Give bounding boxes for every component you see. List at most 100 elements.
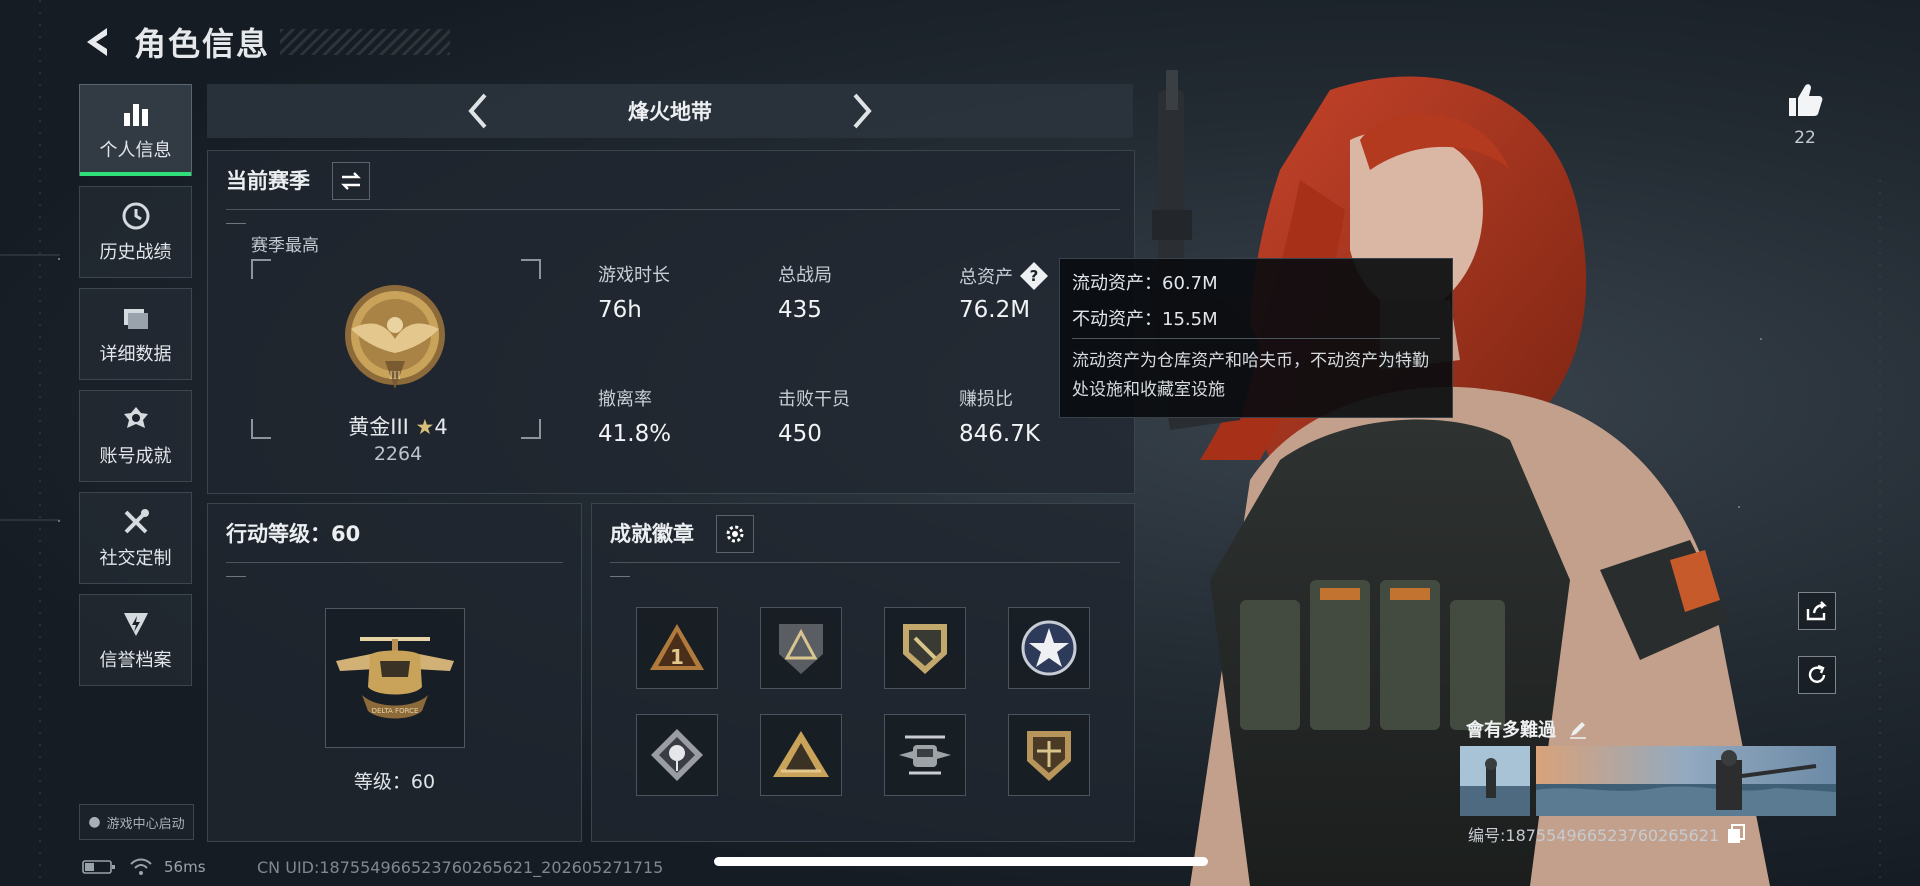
player-id-text: 编号:1875549665237602656​21 (1468, 826, 1720, 845)
season-title: 当前赛季 (226, 169, 310, 193)
question-help-icon[interactable]: ? (1019, 261, 1049, 291)
copy-icon[interactable] (1727, 824, 1746, 844)
mode-prev-button[interactable] (458, 86, 498, 136)
stat-operators-defeated: 击败干员 450 (778, 385, 850, 447)
stat-label: 击败干员 (778, 389, 850, 410)
svg-text:DELTA FORCE: DELTA FORCE (372, 707, 419, 715)
current-season-panel: 当前赛季 赛季最高 III 黄金III ★4 2264 游戏时长 76h 总战局… (207, 150, 1135, 494)
mode-title: 烽火地带 (628, 100, 712, 124)
tools-icon (119, 506, 153, 538)
stat-value: 435 (778, 297, 822, 323)
badge-shield-arrow-icon[interactable] (884, 607, 966, 689)
title-decoration (280, 29, 451, 55)
thumbs-up-icon[interactable] (1785, 80, 1825, 120)
wifi-icon (130, 858, 152, 875)
divider-accent (610, 576, 630, 577)
share-button[interactable] (1798, 592, 1836, 630)
edit-pencil-icon[interactable] (1568, 719, 1588, 739)
ping-value: 56ms (164, 858, 206, 876)
level-text: 等级：60 (353, 771, 436, 793)
sidebar: 个人信息 历史战绩 详细数据 账号成就 社交定制 信誉档案 (79, 84, 192, 696)
sidebar-item-history[interactable]: 历史战绩 (79, 186, 192, 278)
rank-name: 黄金III ★4 (208, 411, 588, 441)
sidebar-item-label: 个人信息 (99, 140, 172, 161)
tooltip-description: 流动资产为仓库资产和哈夫币，不动资产为特勤处设施和收藏室设施 (1072, 351, 1429, 400)
battery-icon (82, 860, 115, 874)
badge-triangle-1-icon[interactable]: 1 (636, 607, 718, 689)
tooltip-fixed-assets: 不动资产：15.5M (1072, 309, 1218, 330)
game-center-launch-tag: ● 游戏中心启动 (79, 804, 194, 840)
divider (226, 562, 563, 563)
badges-settings-button[interactable] (716, 515, 754, 553)
badge-pyramid-icon[interactable] (760, 714, 842, 796)
player-name-text: 會有多難過 (1466, 720, 1556, 741)
stat-value: 41.8% (598, 421, 672, 447)
level-title: 行动等级：60 (226, 522, 361, 546)
sidebar-item-label: 社交定制 (99, 548, 172, 569)
page-title: 角色信息 (134, 25, 271, 63)
stat-label: 赚损比 (959, 389, 1013, 410)
player-name: 會有多難過 (1466, 716, 1588, 742)
badge-shield-wings-icon[interactable] (1008, 714, 1090, 796)
shield-bolt-icon (119, 608, 153, 640)
stat-profit-loss-ratio: 赚损比 846.7K (959, 385, 1040, 447)
sidebar-item-details[interactable]: 详细数据 (79, 288, 192, 380)
stat-total-assets: 总资产 ? 76.2M (959, 261, 1049, 323)
profile-banner[interactable] (1536, 746, 1836, 816)
sidebar-item-label: 信誉档案 (99, 650, 172, 671)
page-header: 角色信息 (78, 18, 451, 66)
back-button[interactable] (78, 22, 118, 62)
stat-total-matches: 总战局 435 (778, 261, 832, 323)
stat-label: 总战局 (778, 265, 832, 286)
sidebar-item-label: 账号成就 (99, 446, 172, 467)
assets-tooltip: 流动资产：60.7M 不动资产：15.5M 流动资产为仓库资产和哈夫币，不动资产… (1059, 258, 1453, 418)
refresh-icon (1808, 664, 1826, 683)
achievement-badges-panel: 成就徽章 1 (591, 503, 1135, 842)
badges-title: 成就徽章 (610, 522, 694, 546)
folder-icon (119, 302, 153, 334)
stat-value: 846.7K (959, 421, 1040, 447)
season-switch-button[interactable] (332, 162, 370, 200)
mode-next-button[interactable] (842, 86, 882, 136)
player-id: 编号:1875549665237602656​21 (1468, 822, 1746, 846)
bar-chart-icon (119, 98, 153, 130)
qq-penguin-icon: ● (88, 814, 101, 830)
badge-star-circle-icon[interactable] (1008, 607, 1090, 689)
tooltip-liquid-assets: 流动资产：60.7M (1072, 273, 1218, 294)
profile-card-thumbnail[interactable] (1460, 746, 1530, 816)
rank-stars: 4 (434, 415, 448, 439)
sidebar-item-social[interactable]: 社交定制 (79, 492, 192, 584)
stat-value: 450 (778, 421, 822, 447)
refresh-button[interactable] (1798, 656, 1836, 694)
badge-shield-triangle-icon[interactable] (760, 607, 842, 689)
rank-score: 2264 (373, 443, 423, 465)
history-clock-icon (119, 200, 153, 232)
rank-name-text: 黄金III (348, 415, 409, 439)
status-bar: 56ms (82, 858, 206, 876)
sidebar-item-personal-info[interactable]: 个人信息 (79, 84, 192, 176)
badge-rose-icon[interactable] (636, 714, 718, 796)
swap-arrows-icon (341, 172, 361, 190)
chevron-right-icon (853, 93, 872, 129)
back-arrow-icon (87, 28, 107, 56)
stat-extract-rate: 撤离率 41.8% (598, 385, 671, 447)
divider-accent (226, 223, 246, 224)
stat-play-time: 游戏时长 76h (598, 261, 670, 323)
stat-value: 76h (598, 297, 642, 323)
mode-switcher: 烽火地带 (207, 84, 1133, 138)
sidebar-item-label: 历史战绩 (99, 242, 172, 263)
divider (226, 209, 1120, 210)
badge-helicopter-icon[interactable] (884, 714, 966, 796)
sidebar-item-label: 详细数据 (99, 344, 172, 365)
tooltip-divider (1072, 338, 1440, 339)
stat-label: 撤离率 (598, 389, 652, 410)
sidebar-item-achievements[interactable]: 账号成就 (79, 390, 192, 482)
sidebar-item-credit[interactable]: 信誉档案 (79, 594, 192, 686)
home-indicator[interactable] (714, 857, 1208, 866)
stat-label: 游戏时长 (598, 265, 670, 286)
svg-text:III: III (389, 371, 401, 382)
action-level-panel: 行动等级：60 DELTA FORCE 等级：60 (207, 503, 582, 842)
helicopter-level-emblem-icon: DELTA FORCE (336, 637, 454, 719)
star-icon: ★ (415, 415, 435, 439)
account-uid: CN UID:1875549665237602656​21_2026052717… (257, 858, 664, 877)
